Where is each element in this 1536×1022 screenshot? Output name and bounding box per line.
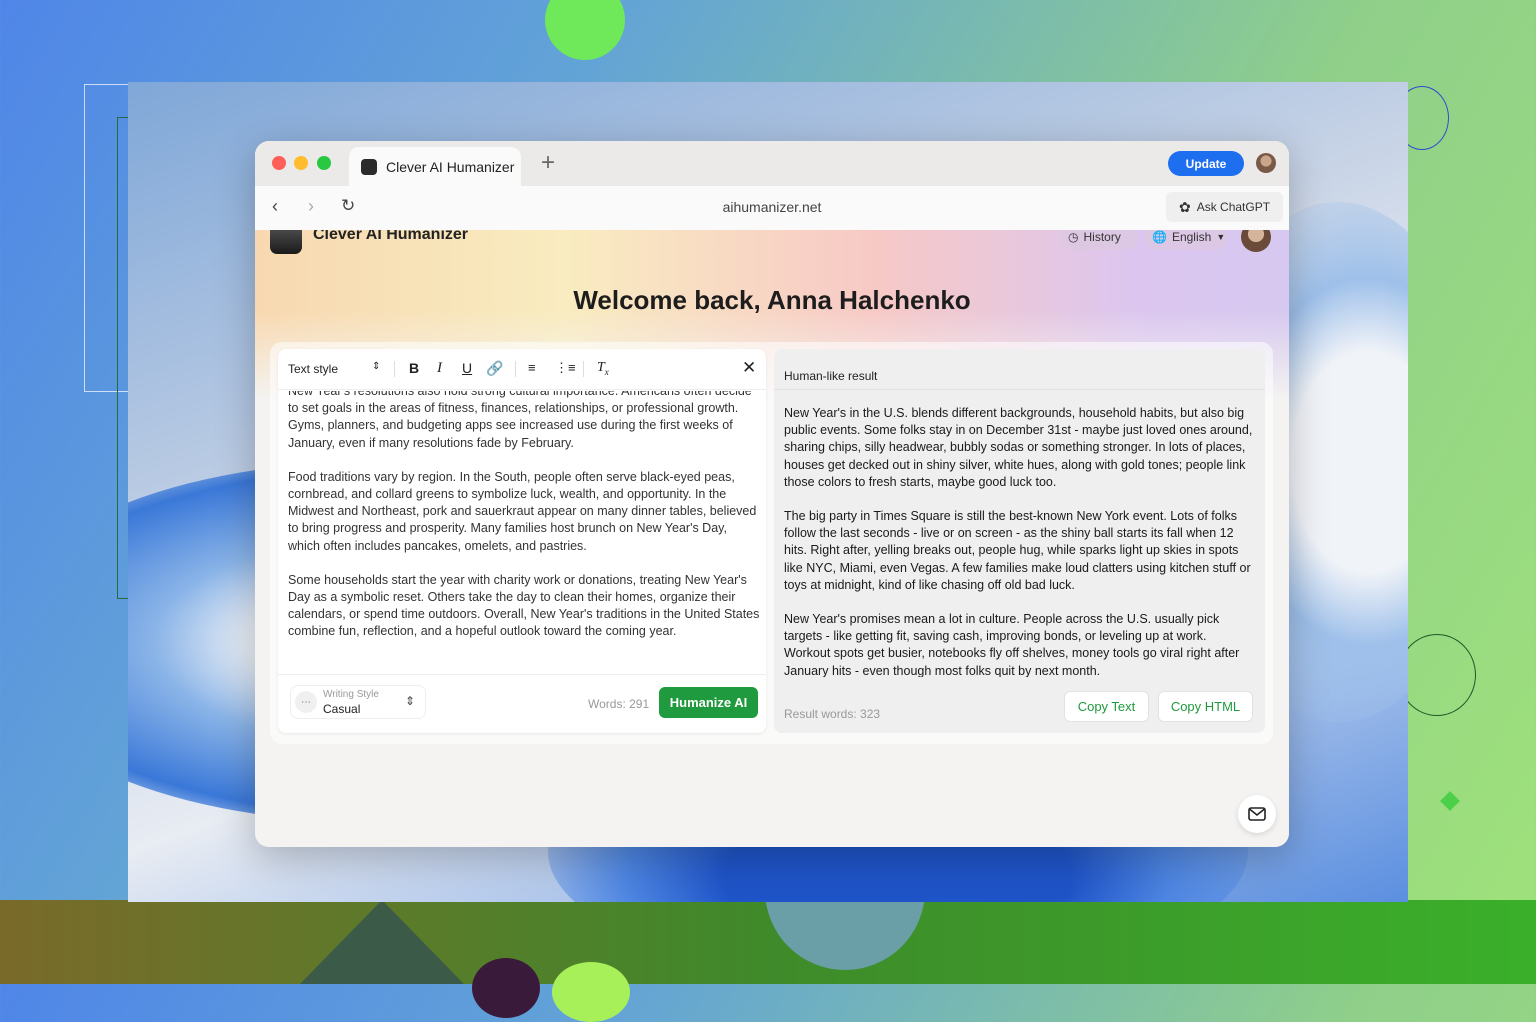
tab-title: Clever AI Humanizer <box>386 158 515 175</box>
result-paragraph: The big party in Times Square is still t… <box>784 509 1251 592</box>
welcome-heading: Welcome back, Anna Halchenko <box>573 285 971 315</box>
app-logo-icon <box>270 230 302 254</box>
editor-toolbar: Text style ⇕ B I U 🔗 ≡ ⋮≡ Tx ✕ <box>278 349 766 390</box>
history-label: History <box>1083 230 1121 244</box>
chevron-down-icon: ▼ <box>1216 232 1226 242</box>
maximize-window-button[interactable] <box>317 156 331 170</box>
mail-icon <box>1248 807 1266 821</box>
text-style-select[interactable]: Text style <box>288 362 338 376</box>
browser-titlebar: Clever AI Humanizer + Update <box>255 141 1289 186</box>
chat-bubble-icon: ⋯ <box>295 691 317 713</box>
editor-footer: ⋯ Writing Style Casual ⇕ Words: 291 Huma… <box>278 674 766 733</box>
clear-format-icon[interactable]: Tx <box>597 360 609 377</box>
bold-icon[interactable]: B <box>409 360 419 376</box>
updown-icon: ⇕ <box>405 694 416 708</box>
browser-window: Clever AI Humanizer + Update ‹ › ↻ aihum… <box>255 141 1289 847</box>
toolbar-divider <box>583 361 584 377</box>
language-button[interactable]: 🌐 English ▼ <box>1144 230 1228 250</box>
copy-text-button[interactable]: Copy Text <box>1064 691 1149 722</box>
ask-chatgpt-button[interactable]: ✿ Ask ChatGPT <box>1166 192 1283 222</box>
toolbar-divider <box>394 361 395 377</box>
editor-text-area[interactable]: New Year's resolutions also hold strong … <box>288 391 760 671</box>
browser-profile-avatar[interactable] <box>1256 153 1276 173</box>
writing-style-select[interactable]: ⋯ Writing Style Casual ⇕ <box>290 685 426 719</box>
underline-icon[interactable]: U <box>462 360 472 376</box>
decor-outline-rect <box>84 84 129 392</box>
workspace-card: Text style ⇕ B I U 🔗 ≡ ⋮≡ Tx ✕ New Year'… <box>270 342 1273 744</box>
copy-html-button[interactable]: Copy HTML <box>1158 691 1253 722</box>
result-panel: Human-like result New Year's in the U.S.… <box>774 349 1265 733</box>
link-icon[interactable]: 🔗 <box>486 360 503 377</box>
result-paragraph: New Year's promises mean a lot in cultur… <box>784 612 1240 677</box>
ask-chatgpt-label: Ask ChatGPT <box>1196 200 1271 214</box>
italic-icon[interactable]: I <box>437 360 442 377</box>
app-name: Clever AI Humanizer <box>313 230 469 243</box>
editor-paragraph: New Year's resolutions also hold strong … <box>288 391 752 450</box>
result-divider <box>774 389 1265 390</box>
writing-style-value: Casual <box>323 702 361 716</box>
desktop-bottom-band <box>0 900 1536 984</box>
decor-diamond <box>1440 791 1460 811</box>
decor-circle-top <box>545 0 625 60</box>
mail-button[interactable] <box>1238 795 1276 833</box>
input-editor: Text style ⇕ B I U 🔗 ≡ ⋮≡ Tx ✕ New Year'… <box>278 349 766 733</box>
bullet-list-icon[interactable]: ⋮≡ <box>555 360 576 376</box>
page-content: Clever AI Humanizer ◷ History 🌐 English … <box>255 230 1289 847</box>
editor-paragraph: Some households start the year with char… <box>288 572 760 639</box>
toolbar-divider <box>515 361 516 377</box>
close-window-button[interactable] <box>272 156 286 170</box>
history-button[interactable]: ◷ History <box>1060 230 1138 250</box>
favicon-icon <box>361 158 377 175</box>
result-text-area: New Year's in the U.S. blends different … <box>784 405 1256 677</box>
result-title: Human-like result <box>784 369 878 383</box>
ordered-list-icon[interactable]: ≡ <box>528 360 536 375</box>
update-button[interactable]: Update <box>1168 151 1244 176</box>
result-word-count: Result words: 323 <box>784 707 881 721</box>
chatgpt-icon: ✿ <box>1178 198 1191 215</box>
clock-icon: ◷ <box>1068 230 1079 244</box>
language-label: English <box>1171 230 1212 244</box>
writing-style-label: Writing Style <box>323 689 379 700</box>
globe-icon: 🌐 <box>1152 230 1167 244</box>
decor-outline-circle-right-2 <box>1398 634 1476 716</box>
url-field[interactable]: aihumanizer.net <box>255 199 1289 215</box>
humanize-button[interactable]: Humanize AI <box>659 687 758 718</box>
editor-paragraph: Food traditions vary by region. In the S… <box>288 469 757 553</box>
updown-icon[interactable]: ⇕ <box>372 361 380 372</box>
word-count: Words: 291 <box>588 697 650 711</box>
minimize-window-button[interactable] <box>294 156 308 170</box>
plus-icon[interactable]: + <box>541 149 555 177</box>
result-paragraph: New Year's in the U.S. blends different … <box>784 406 1253 489</box>
close-icon[interactable]: ✕ <box>742 358 756 378</box>
browser-tab[interactable]: Clever AI Humanizer <box>349 147 521 186</box>
address-bar: ‹ › ↻ aihumanizer.net ✿ Ask ChatGPT <box>255 186 1289 231</box>
